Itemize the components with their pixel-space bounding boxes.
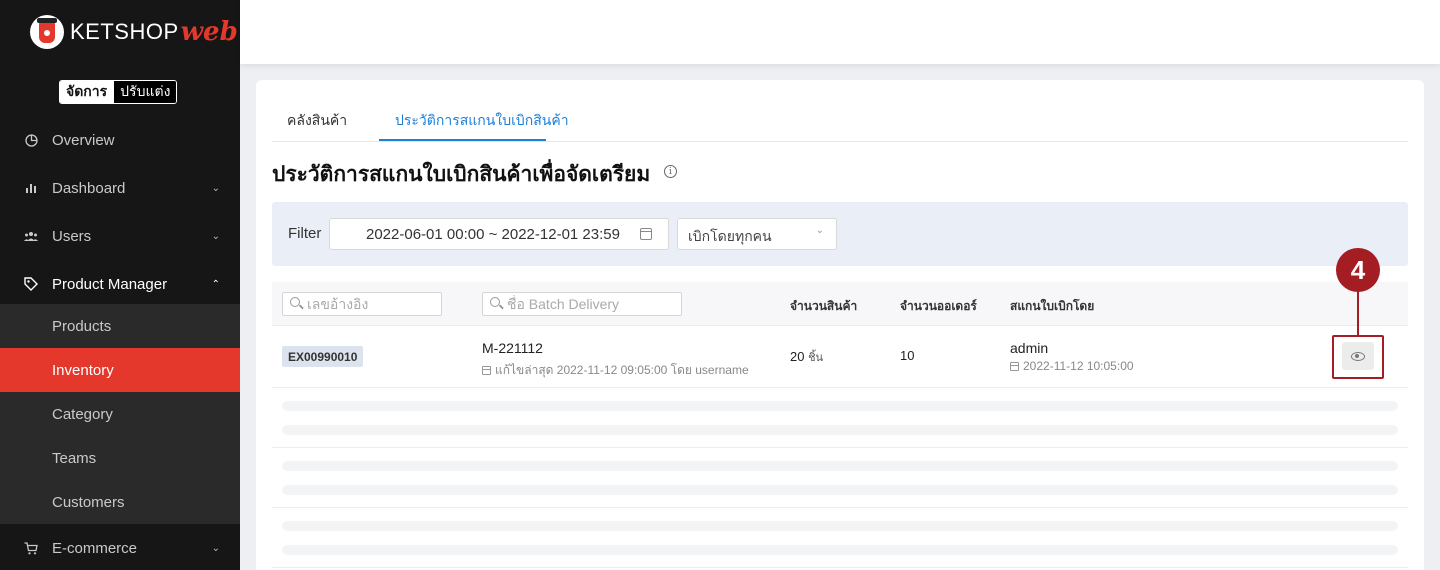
mode-manage-button[interactable]: จัดการ xyxy=(60,81,114,103)
header-scanned-by: สแกนใบเบิกโดย xyxy=(1010,299,1095,313)
search-icon xyxy=(490,297,500,307)
skeleton-line xyxy=(282,521,1398,531)
sidebar-subitem-products[interactable]: Products xyxy=(0,304,240,348)
table-header: จำนวนสินค้า จำนวนออเดอร์ สแกนใบเบิกโดย xyxy=(272,282,1408,326)
page-title: ประวัติการสแกนใบเบิกสินค้าเพื่อจัดเตรียม xyxy=(272,163,651,186)
step-callout: 4 xyxy=(1336,248,1380,292)
sidebar-item-ecommerce[interactable]: E-commerce ⌄ xyxy=(0,526,240,570)
cart-icon xyxy=(24,541,38,555)
loading-row xyxy=(272,508,1408,568)
batch-last-edited: แก้ไขล่าสุด 2022-11-12 09:05:00 โดย user… xyxy=(482,361,749,380)
ketshop-logo-icon xyxy=(30,15,64,49)
sidebar: KETSHOP web จัดการ ปรับแต่ง Overview Das… xyxy=(0,0,240,570)
withdrawn-by-select[interactable]: เบิกโดยทุกคน ⌄ xyxy=(677,218,837,250)
date-range-picker[interactable]: 2022-06-01 00:00 ~ 2022-12-01 23:59 xyxy=(329,218,669,250)
table-row: EX00990010 M-221112 แก้ไขล่าสุด 2022-11-… xyxy=(272,326,1408,388)
active-tab-indicator xyxy=(379,139,546,141)
bar-chart-icon xyxy=(24,181,38,195)
scan-date-text: 2022-11-12 10:05:00 xyxy=(1023,359,1134,373)
sidebar-subitem-label: Customers xyxy=(52,493,125,511)
item-quantity-unit: ชิ้น xyxy=(808,352,824,364)
sidebar-item-label: Product Manager xyxy=(52,275,168,293)
chevron-up-icon: ⌃ xyxy=(211,278,220,290)
sidebar-subitem-label: Inventory xyxy=(52,361,114,379)
skeleton-line xyxy=(282,545,1398,555)
skeleton-line xyxy=(282,485,1398,495)
content-card: คลังสินค้า ประวัติการสแกนใบเบิกสินค้า ปร… xyxy=(256,80,1424,570)
sidebar-item-users[interactable]: Users ⌄ xyxy=(0,214,240,258)
order-count: 10 xyxy=(900,348,915,363)
header-orders: จำนวนออเดอร์ xyxy=(900,299,977,313)
sidebar-item-label: Dashboard xyxy=(52,179,126,197)
batch-search-input[interactable] xyxy=(507,295,675,313)
top-bar xyxy=(240,0,1440,64)
item-quantity-value: 20 xyxy=(790,349,805,364)
loading-row xyxy=(272,448,1408,508)
chevron-down-icon: ⌄ xyxy=(815,225,824,236)
batch-name: M-221112 xyxy=(482,340,543,356)
header-qty: จำนวนสินค้า xyxy=(790,299,858,313)
sidebar-item-dashboard[interactable]: Dashboard ⌄ xyxy=(0,166,240,210)
reference-badge: EX00990010 xyxy=(282,346,364,367)
sidebar-item-label: Overview xyxy=(52,131,115,149)
chevron-down-icon: ⌄ xyxy=(211,182,220,194)
filter-bar: Filter 2022-06-01 00:00 ~ 2022-12-01 23:… xyxy=(272,202,1408,266)
calendar-icon xyxy=(482,366,491,375)
reference-search[interactable] xyxy=(282,292,442,316)
tab-bar: คลังสินค้า ประวัติการสแกนใบเบิกสินค้า xyxy=(272,100,1408,142)
skeleton-line xyxy=(282,401,1398,411)
item-quantity: 20 ชิ้น xyxy=(790,348,823,366)
callout-connector xyxy=(1357,291,1359,335)
filter-label: Filter xyxy=(288,225,322,242)
tag-icon xyxy=(24,277,38,291)
scanned-by-user: admin xyxy=(1010,340,1049,356)
tab-inventory[interactable]: คลังสินค้า xyxy=(287,110,347,132)
sidebar-subitem-label: Category xyxy=(52,405,113,423)
calendar-icon xyxy=(1010,361,1019,371)
chevron-down-icon: ⌄ xyxy=(211,230,220,242)
loading-row xyxy=(272,388,1408,448)
scan-date: 2022-11-12 10:05:00 xyxy=(1010,359,1134,373)
sidebar-item-label: Users xyxy=(52,227,92,245)
reference-search-input[interactable] xyxy=(307,295,435,313)
view-button-highlight xyxy=(1332,335,1384,379)
sidebar-subitem-teams[interactable]: Teams xyxy=(0,436,240,480)
skeleton-line xyxy=(282,461,1398,471)
sidebar-subitem-label: Products xyxy=(52,317,112,335)
search-icon xyxy=(290,297,300,307)
sidebar-subitem-customers[interactable]: Customers xyxy=(0,480,240,524)
sidebar-item-label: E-commerce xyxy=(52,539,138,557)
mode-customize-button[interactable]: ปรับแต่ง xyxy=(113,81,177,103)
batch-last-edited-text: แก้ไขล่าสุด 2022-11-12 09:05:00 โดย user… xyxy=(495,363,749,377)
brand-suffix: web xyxy=(180,17,238,47)
info-icon[interactable]: i xyxy=(664,165,677,178)
sidebar-subitem-inventory[interactable]: Inventory xyxy=(0,348,240,392)
date-range-value: 2022-06-01 00:00 ~ 2022-12-01 23:59 xyxy=(366,226,620,243)
tab-scan-history[interactable]: ประวัติการสแกนใบเบิกสินค้า xyxy=(395,110,569,132)
sidebar-subitem-category[interactable]: Category xyxy=(0,392,240,436)
batch-search[interactable] xyxy=(482,292,682,316)
withdrawn-by-value: เบิกโดยทุกคน xyxy=(688,228,772,244)
sidebar-item-product-manager[interactable]: Product Manager ⌃ xyxy=(0,262,240,306)
users-icon xyxy=(24,229,38,243)
calendar-icon xyxy=(640,228,652,240)
chevron-down-icon: ⌄ xyxy=(211,542,220,554)
pie-icon xyxy=(24,133,38,147)
sidebar-subitem-label: Teams xyxy=(52,449,97,467)
mode-switch: จัดการ ปรับแต่ง xyxy=(59,80,178,104)
brand-logo[interactable]: KETSHOP web xyxy=(30,14,238,50)
sidebar-item-overview[interactable]: Overview xyxy=(0,118,240,162)
brand-name: KETSHOP xyxy=(70,19,179,44)
skeleton-line xyxy=(282,425,1398,435)
